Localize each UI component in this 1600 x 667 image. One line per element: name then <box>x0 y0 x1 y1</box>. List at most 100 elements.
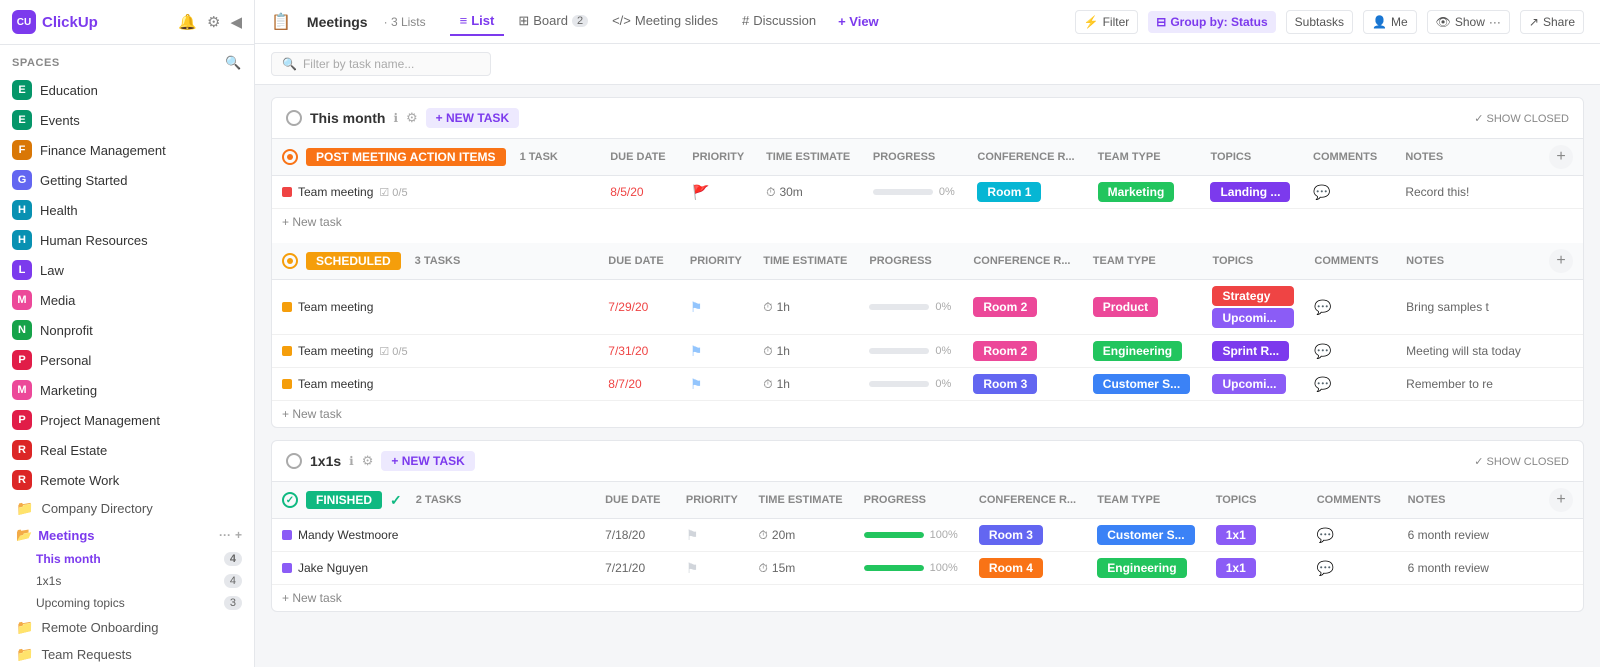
sub-item-1x1s[interactable]: 1x1s 4 <box>0 570 254 592</box>
section-1x1-toggle[interactable] <box>286 453 302 469</box>
folder-meetings[interactable]: 📂 Meetings ··· + <box>0 522 254 548</box>
group-status-icon <box>282 149 298 165</box>
priority-flag: ⚑ <box>686 527 699 543</box>
sidebar-item-getting-started[interactable]: G Getting Started <box>0 165 254 195</box>
topic-tag: Strategy <box>1212 286 1294 306</box>
new-task-btn-1x1[interactable]: + NEW TASK <box>381 451 474 471</box>
section-1x1-title: 1x1s <box>310 453 341 469</box>
sidebar-item-finance[interactable]: F Finance Management <box>0 135 254 165</box>
task-progress: 0% <box>859 368 963 401</box>
sidebar-item-events[interactable]: E Events <box>0 105 254 135</box>
sub-item-count: 4 <box>224 552 242 566</box>
task-checkbox[interactable]: ☑ 0/5 <box>379 186 407 199</box>
col-team-f: TEAM TYPE <box>1087 482 1206 519</box>
priority-flag: ⚑ <box>690 343 703 359</box>
post-task-count: 1 TASK <box>520 151 558 163</box>
task-name[interactable]: Jake Nguyen <box>298 561 368 575</box>
sidebar-item-real-estate[interactable]: R Real Estate <box>0 435 254 465</box>
sidebar-item-project-management[interactable]: P Project Management <box>0 405 254 435</box>
section-settings-icon[interactable]: ⚙ <box>406 110 418 126</box>
comment-icon[interactable]: 💬 <box>1314 343 1331 359</box>
task-name[interactable]: Team meeting <box>298 300 373 314</box>
task-name[interactable]: Team meeting <box>298 344 373 358</box>
tab-meeting-slides[interactable]: </> Meeting slides <box>602 7 728 36</box>
folder-company-directory[interactable]: 📁 Company Directory <box>0 495 254 522</box>
folder-remote-onboarding[interactable]: 📁 Remote Onboarding <box>0 614 254 641</box>
topbar-tabs: ≡ List ⊞ Board 2 </> Meeting slides # Di… <box>450 7 887 37</box>
section-1x1s: 1x1s ℹ ⚙ + NEW TASK ✓ SHOW CLOSED ✓ FINI… <box>271 440 1584 612</box>
team-tag: Engineering <box>1093 341 1182 361</box>
task-notes: 6 month review <box>1398 519 1539 552</box>
task-room: Room 3 <box>969 519 1087 552</box>
show-label: Show <box>1455 15 1485 29</box>
task-time: ⏱20m <box>749 519 854 552</box>
task-name[interactable]: Team meeting <box>298 185 373 199</box>
collapse-icon[interactable]: ◀ <box>230 13 242 31</box>
bell-icon[interactable]: 🔔 <box>178 13 197 31</box>
task-due: 7/29/20 <box>598 280 680 335</box>
sidebar-item-health[interactable]: H Health <box>0 195 254 225</box>
section-toggle-icon[interactable] <box>286 110 302 126</box>
new-task-link[interactable]: + New task <box>282 407 342 421</box>
new-task-link-f[interactable]: + New task <box>282 591 342 605</box>
search-container[interactable]: 🔍 Filter by task name... <box>271 52 491 76</box>
new-task-button[interactable]: + NEW TASK <box>426 108 519 128</box>
task-name[interactable]: Mandy Westmoore <box>298 528 398 542</box>
tab-discussion[interactable]: # Discussion <box>732 7 826 36</box>
sub-item-upcoming-topics[interactable]: Upcoming topics 3 <box>0 592 254 614</box>
show-closed-button[interactable]: ✓ SHOW CLOSED <box>1474 112 1569 125</box>
comment-icon[interactable]: 💬 <box>1313 184 1330 200</box>
badge-finance: F <box>12 140 32 160</box>
me-button[interactable]: 👤 Me <box>1363 10 1417 34</box>
filter-button[interactable]: ⚡ Filter <box>1075 10 1139 34</box>
tab-add-view[interactable]: + View <box>830 8 887 35</box>
tab-board[interactable]: ⊞ Board 2 <box>508 7 598 37</box>
group-by-button[interactable]: ⊟ Group by: Status <box>1148 11 1275 33</box>
topic-tag: 1x1 <box>1216 558 1256 578</box>
search-spaces-icon[interactable]: 🔍 <box>225 55 242 71</box>
task-checkbox[interactable]: ☑ 0/5 <box>379 345 407 358</box>
sidebar-item-remote-work[interactable]: R Remote Work <box>0 465 254 495</box>
new-task-link[interactable]: + New task <box>282 215 342 229</box>
show-closed-1x1[interactable]: ✓ SHOW CLOSED <box>1474 455 1569 468</box>
show-button[interactable]: 👁 Show ··· <box>1427 10 1510 34</box>
sidebar-item-education[interactable]: E Education <box>0 75 254 105</box>
share-button[interactable]: ↗ Share <box>1520 10 1584 34</box>
task-team: Product <box>1083 280 1203 335</box>
sidebar-item-nonprofit[interactable]: N Nonprofit <box>0 315 254 345</box>
folder-team-requests[interactable]: 📁 Team Requests <box>0 641 254 667</box>
add-icon[interactable]: + <box>235 528 242 542</box>
sidebar-item-marketing[interactable]: M Marketing <box>0 375 254 405</box>
sidebar-item-human-resources[interactable]: H Human Resources <box>0 225 254 255</box>
add-column-button[interactable]: + <box>1549 145 1573 169</box>
sidebar-item-personal[interactable]: P Personal <box>0 345 254 375</box>
col-time-f: TIME ESTIMATE <box>749 482 854 519</box>
add-col-btn-f[interactable]: + <box>1549 488 1573 512</box>
sidebar-item-media[interactable]: M Media <box>0 285 254 315</box>
tab-list[interactable]: ≡ List <box>450 7 505 36</box>
task-name[interactable]: Team meeting <box>298 377 373 391</box>
subtasks-button[interactable]: Subtasks <box>1286 10 1353 34</box>
add-column-button-s[interactable]: + <box>1549 249 1573 273</box>
folder-icon: 📁 <box>16 500 33 517</box>
time-icon: ⏱ <box>759 528 768 543</box>
badge-rw: R <box>12 470 32 490</box>
sidebar-item-law[interactable]: L Law <box>0 255 254 285</box>
comment-icon[interactable]: 💬 <box>1314 376 1331 392</box>
more-icon[interactable]: ··· <box>219 528 231 542</box>
col-due-f: DUE DATE <box>595 482 676 519</box>
comment-icon[interactable]: 💬 <box>1317 560 1334 576</box>
task-dot <box>282 346 292 356</box>
sidebar-item-label: Getting Started <box>40 173 127 188</box>
sub-item-label: This month <box>36 552 101 566</box>
section-1x1-settings[interactable]: ⚙ <box>362 453 374 469</box>
sub-item-label: Upcoming topics <box>36 596 125 610</box>
gear-icon[interactable]: ⚙ <box>207 13 220 31</box>
comment-icon[interactable]: 💬 <box>1314 299 1331 315</box>
time-icon: ⏱ <box>766 185 775 200</box>
finished-label-cell: ✓ FINISHED ✓ 2 TASKS <box>272 482 595 519</box>
sub-item-this-month[interactable]: This month 4 <box>0 548 254 570</box>
badge-media: M <box>12 290 32 310</box>
comment-icon[interactable]: 💬 <box>1317 527 1334 543</box>
topbar: 📋 Meetings · 3 Lists ≡ List ⊞ Board 2 </… <box>255 0 1600 44</box>
